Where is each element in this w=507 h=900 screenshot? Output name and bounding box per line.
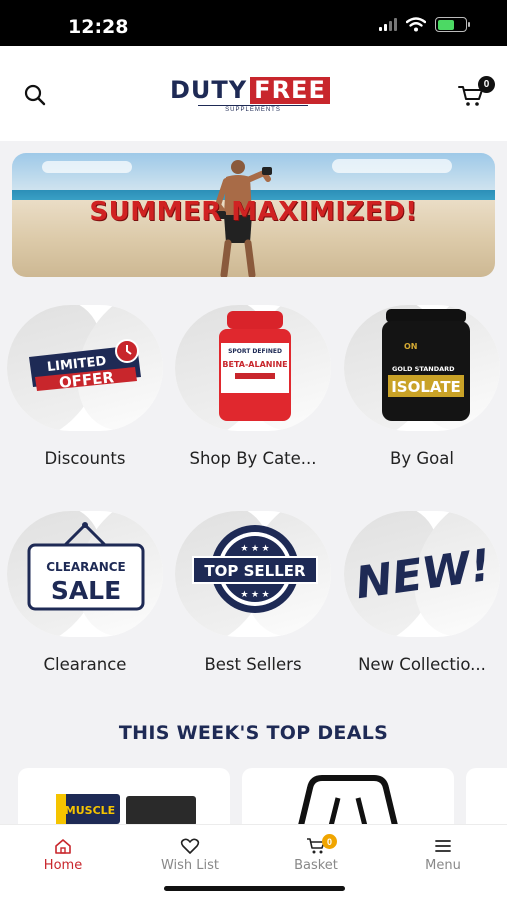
tab-label: Menu (425, 858, 461, 873)
logo-subtitle: SUPPLEMENTS (198, 105, 308, 113)
status-bar: 12:28 (0, 0, 507, 46)
tab-wish-list[interactable]: Wish List (140, 837, 240, 873)
limited-offer-graphic: LIMITED OFFER (29, 339, 141, 392)
category-shop-by-category[interactable]: SPORT DEFINED BETA-ALANINE Shop By Cate.… (168, 305, 338, 468)
logo-duty-text: DUTY (170, 76, 248, 104)
heart-icon (180, 838, 200, 854)
category-by-goal[interactable]: ON GOLD STANDARD ISOLATE By Goal (337, 305, 507, 468)
new-graphic: NEW! (352, 540, 493, 609)
home-icon (55, 838, 71, 854)
beta-alanine-bottle: SPORT DEFINED BETA-ALANINE (219, 311, 291, 421)
isolate-tub: ON GOLD STANDARD ISOLATE (382, 309, 470, 421)
category-image: NEW! (344, 511, 500, 637)
top-seller-seal: TOP SELLER ★ ★ ★ ★ ★ ★ (192, 525, 318, 613)
tab-home[interactable]: Home (13, 837, 113, 873)
home-indicator (164, 886, 345, 891)
sign-bottom-text: SALE (51, 576, 121, 605)
promo-banner[interactable]: SUMMER MAXIMIZED! (12, 153, 495, 277)
category-label: New Collectio... (358, 655, 486, 674)
tab-label: Basket (294, 858, 338, 873)
product-name-text: ISOLATE (391, 378, 461, 396)
category-discounts[interactable]: LIMITED OFFER Discounts (0, 305, 170, 468)
sign-top-text: CLEARANCE (46, 560, 126, 574)
product-brand-text: GOLD STANDARD (392, 365, 455, 373)
new-text: NEW! (352, 540, 493, 609)
banner-headline: SUMMER MAXIMIZED! (89, 197, 418, 227)
svg-text:★ ★ ★: ★ ★ ★ (240, 589, 269, 599)
category-label: Clearance (43, 655, 127, 674)
cellular-signal-icon (379, 18, 397, 31)
menu-icon (435, 840, 451, 852)
logo-free-text: FREE (250, 76, 330, 104)
category-image: ON GOLD STANDARD ISOLATE (344, 305, 500, 431)
category-image: SPORT DEFINED BETA-ALANINE (175, 305, 331, 431)
category-image: CLEARANCE SALE (7, 511, 163, 637)
tab-label: Home (43, 858, 83, 873)
wifi-icon (406, 17, 426, 32)
tab-label: Wish List (160, 858, 220, 873)
basket-count-badge: 0 (322, 834, 337, 849)
category-image: LIMITED OFFER (7, 305, 163, 431)
category-image: TOP SELLER ★ ★ ★ ★ ★ ★ (175, 511, 331, 637)
deals-section-title: THIS WEEK'S TOP DEALS (118, 722, 389, 744)
category-label: Discounts (44, 449, 126, 468)
category-clearance[interactable]: CLEARANCE SALE Clearance (0, 511, 170, 674)
category-label: By Goal (390, 449, 454, 468)
clearance-sale-sign: CLEARANCE SALE (27, 522, 145, 611)
category-new-collection[interactable]: NEW! New Collectio... (337, 511, 507, 674)
tab-menu[interactable]: Menu (393, 837, 493, 873)
category-label: Shop By Cate... (189, 449, 317, 468)
category-best-sellers[interactable]: TOP SELLER ★ ★ ★ ★ ★ ★ Best Sellers (168, 511, 338, 674)
battery-icon (435, 17, 470, 32)
status-time: 12:28 (68, 16, 129, 38)
category-label: Best Sellers (204, 655, 302, 674)
tab-basket[interactable]: 0 Basket (266, 834, 366, 873)
search-icon[interactable] (22, 82, 48, 108)
status-icons (379, 17, 470, 32)
cart-count-badge: 0 (478, 76, 495, 93)
seal-text: TOP SELLER (204, 562, 306, 580)
app-header: DUTY FREE SUPPLEMENTS 0 (0, 46, 507, 141)
logo[interactable]: DUTY FREE SUPPLEMENTS (170, 76, 338, 116)
deal-brand-text: MUSCLE (65, 804, 115, 817)
svg-text:ON: ON (404, 342, 418, 351)
svg-text:★ ★ ★: ★ ★ ★ (240, 543, 269, 553)
product-name-text: BETA-ALANINE (222, 360, 287, 369)
product-brand-text: SPORT DEFINED (228, 348, 282, 355)
